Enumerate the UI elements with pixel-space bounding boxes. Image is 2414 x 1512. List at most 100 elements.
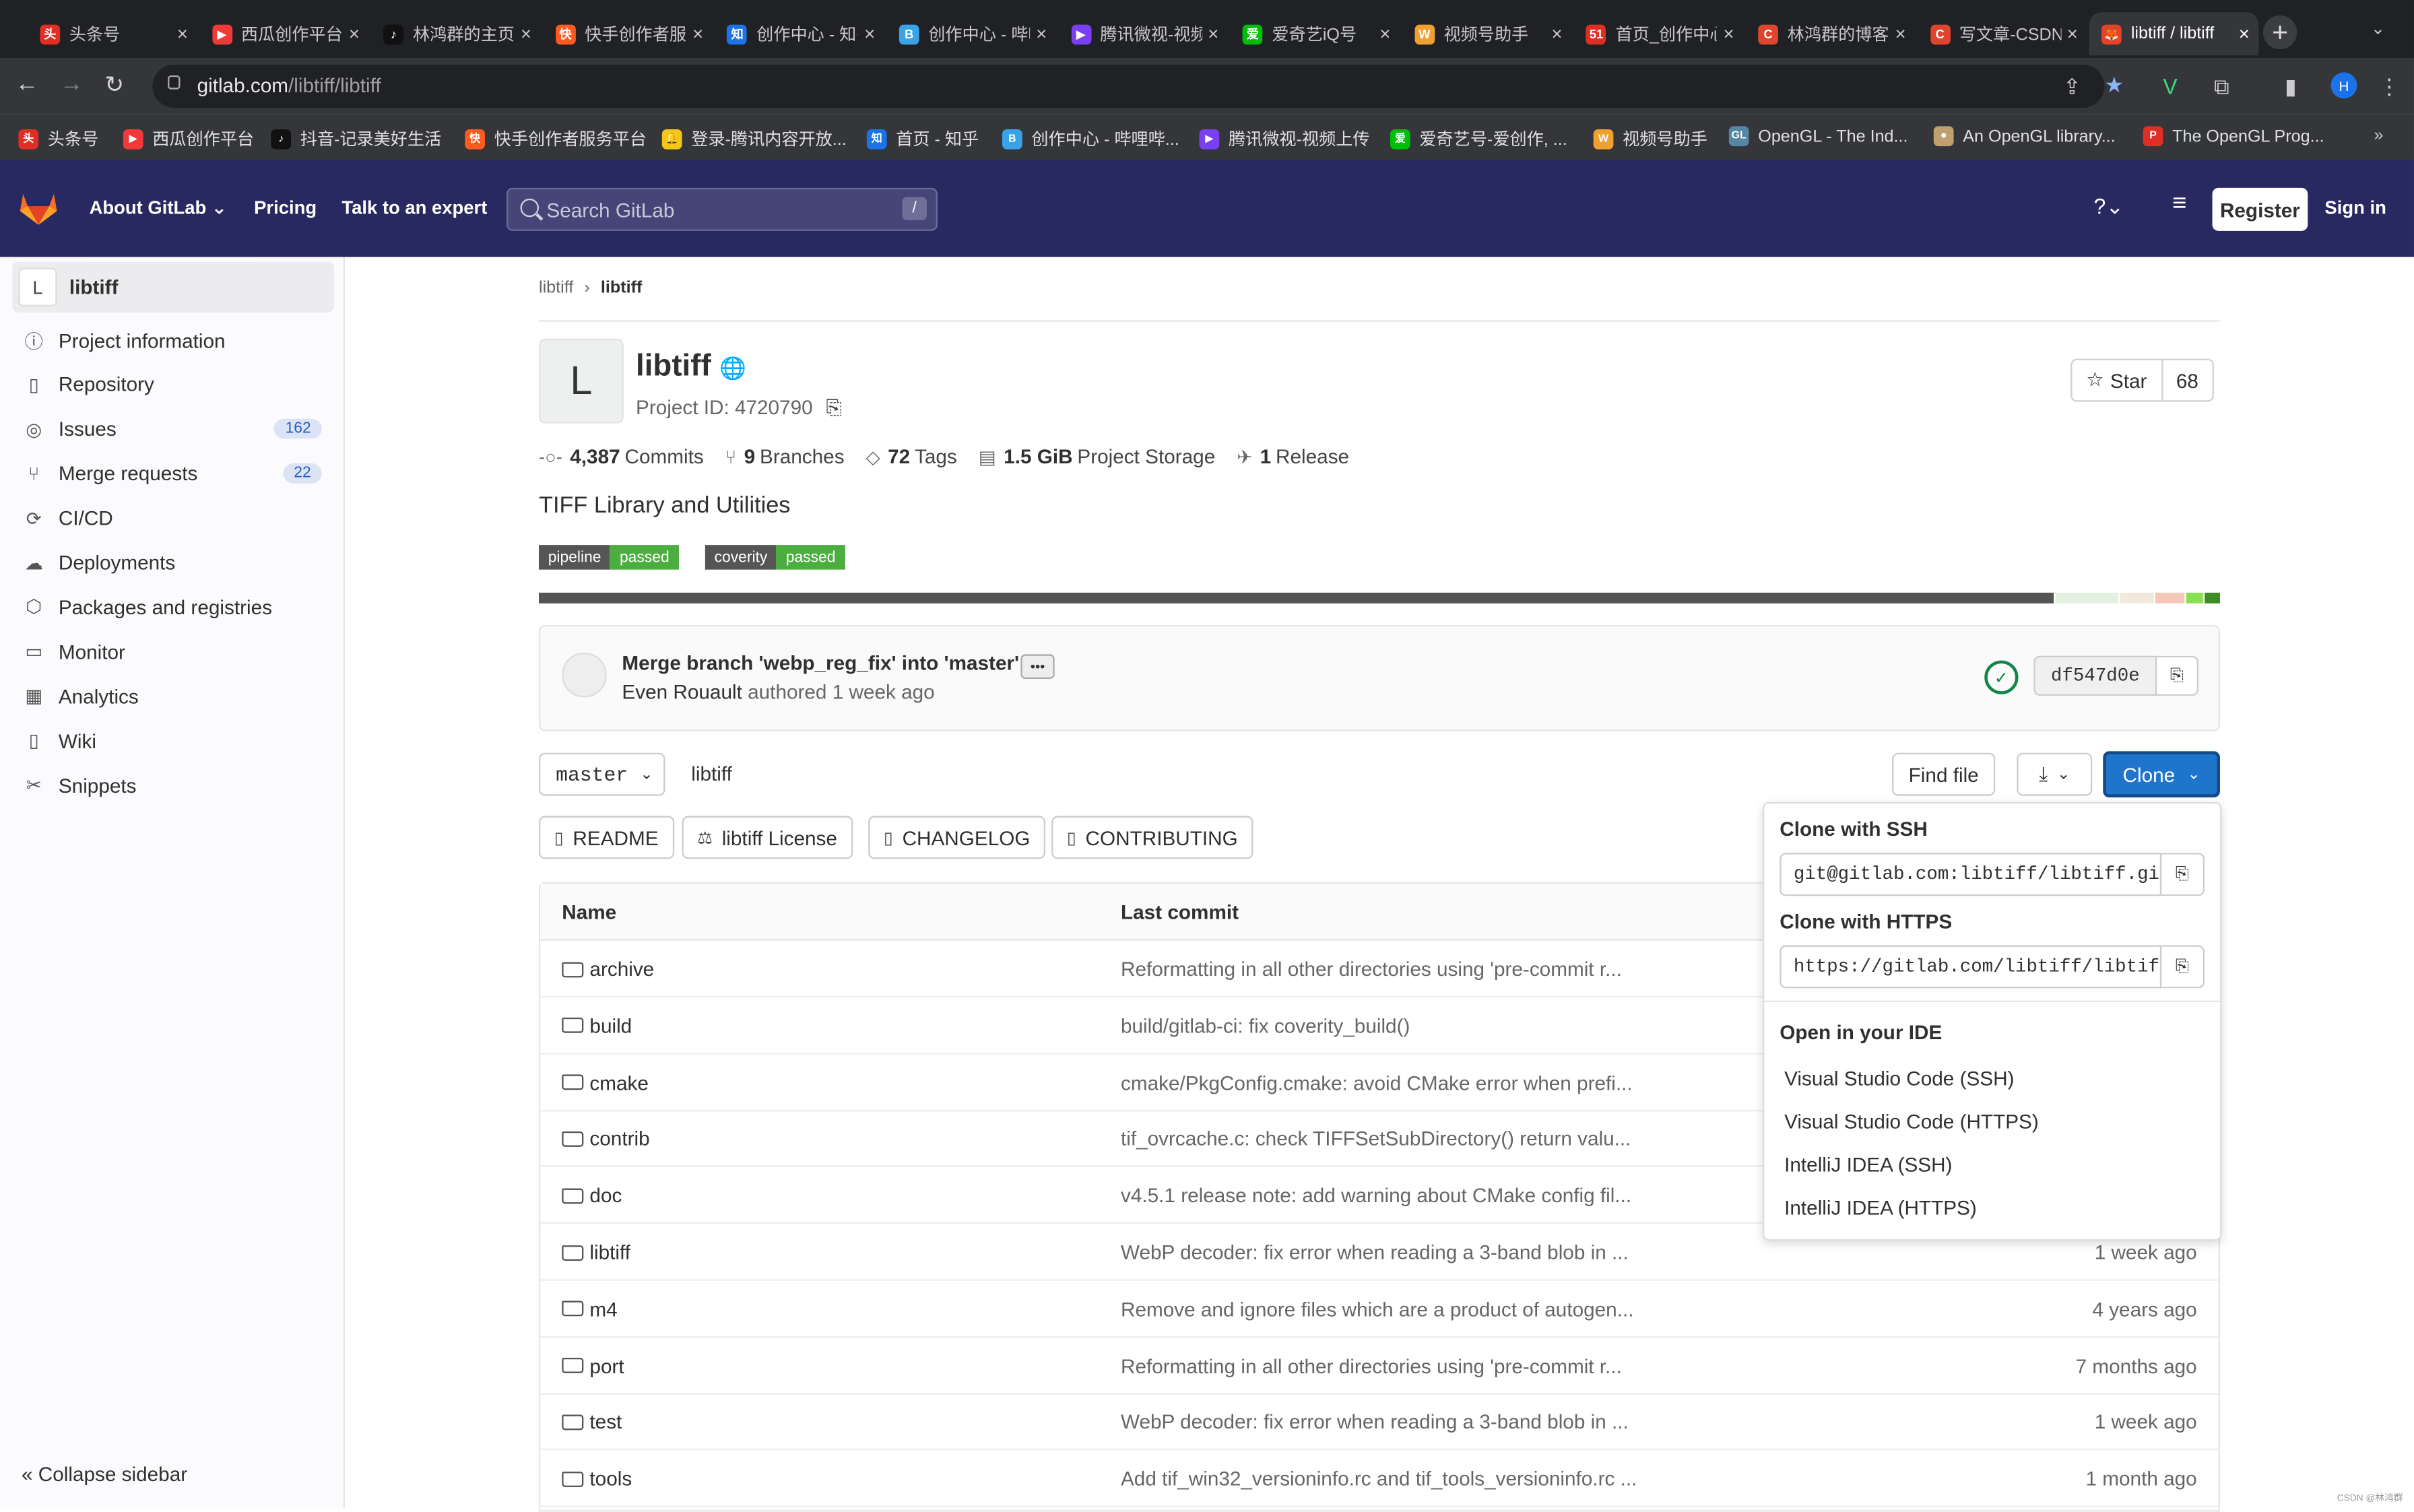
stat-commits[interactable]: -○- 4,387 Commits <box>539 445 704 468</box>
language-segment[interactable] <box>2205 592 2220 603</box>
browser-tab[interactable]: C 写文章-CSDN × <box>1918 12 2087 55</box>
language-bar[interactable] <box>538 592 2220 603</box>
search-input[interactable]: Search GitLab / <box>506 187 938 231</box>
sidebar-item-ci-cd[interactable]: ⟳ CI/CD <box>22 502 322 533</box>
share-icon[interactable]: ⇪ <box>2063 74 2081 100</box>
collapse-sidebar-button[interactable]: « Collapse sidebar <box>22 1462 187 1485</box>
commit-sha[interactable]: df547d0e <box>2033 655 2157 696</box>
bookmark-item[interactable]: 知首页 - 知乎 <box>866 126 979 151</box>
sidebar-item-issues[interactable]: ◎ Issues 162 <box>22 414 322 445</box>
file-name-link[interactable]: m4 <box>562 1297 618 1321</box>
file-name-link[interactable]: cmake <box>562 1071 649 1094</box>
file-last-commit[interactable]: Reformatting in all other directories us… <box>1121 1354 1622 1377</box>
doc-button-libtiff-license[interactable]: ⚖ libtiff License <box>682 816 853 859</box>
bookmark-item[interactable]: P The OpenGL Prog... <box>2143 126 2324 147</box>
author-avatar[interactable] <box>562 653 607 698</box>
commit-title[interactable]: Merge branch 'webp_reg_fix' into 'master… <box>622 651 1019 674</box>
browser-tab[interactable]: ▶ 西瓜创作平台 × <box>199 12 368 55</box>
browser-tab[interactable]: 快快手创作者服务 × <box>543 12 712 55</box>
https-url-input[interactable]: https://gitlab.com/libtiff/libtiff.git <box>1780 945 2162 989</box>
stat-tags[interactable]: ◇ 72 Tags <box>866 445 957 468</box>
browser-menu-icon[interactable]: ⋮ <box>2378 74 2400 100</box>
find-file-button[interactable]: Find file <box>1892 752 1996 796</box>
hamburger-menu-icon[interactable]: ≡ <box>2172 191 2186 218</box>
commit-expand-button[interactable]: ••• <box>1020 654 1055 679</box>
tab-close-icon[interactable]: × <box>692 23 703 44</box>
ide-option-intellij-https[interactable]: IntelliJ IDEA (HTTPS) <box>1784 1196 1977 1219</box>
sidebar-item-packages-and-registries[interactable]: ⬡ Packages and registries <box>22 592 322 623</box>
gitlab-logo-icon[interactable] <box>20 191 57 225</box>
star-count[interactable]: 68 <box>2162 360 2212 400</box>
stat-release[interactable]: ✈ 1 Release <box>1237 445 1349 468</box>
profile-avatar[interactable]: H <box>2330 72 2357 99</box>
file-name-link[interactable]: test <box>562 1411 622 1434</box>
tab-close-icon[interactable]: × <box>2067 23 2078 44</box>
clone-button[interactable]: Clone ⌄ <box>2103 751 2220 797</box>
tab-close-icon[interactable]: × <box>1895 23 1906 44</box>
bookmark-item[interactable]: ▶ 西瓜创作平台 <box>123 126 254 151</box>
table-row[interactable]: tools Add tif_win32_versioninfo.rc and ti… <box>540 1451 2219 1508</box>
doc-button-changelog[interactable]: ▯ CHANGELOG <box>868 816 1046 859</box>
doc-button-readme[interactable]: ▯ README <box>538 816 674 859</box>
table-row[interactable]: port Reformatting in all other directorie… <box>540 1337 2219 1394</box>
browser-tab[interactable]: C 林鸿群的博客 × <box>1746 12 1915 55</box>
file-last-commit[interactable]: Reformatting in all other directories us… <box>1121 958 1622 981</box>
sidebar-item-snippets[interactable]: ✂ Snippets <box>22 770 322 801</box>
tab-close-icon[interactable]: × <box>521 23 531 44</box>
sidebar-project-header[interactable]: L libtiff <box>12 261 334 313</box>
file-name-link[interactable]: build <box>562 1014 632 1037</box>
tab-close-icon[interactable]: × <box>1724 23 1734 44</box>
about-gitlab-menu[interactable]: About GitLab ⌄ <box>90 197 227 219</box>
copy-ssh-icon[interactable]: ⎘ <box>2161 853 2205 896</box>
side-panel-icon[interactable]: ▮ <box>2285 74 2297 100</box>
bookmark-item[interactable]: B 创作中心 - 哔哩哔... <box>1002 126 1179 151</box>
bookmark-item[interactable]: 🔔 登录-腾讯内容开放... <box>661 126 847 151</box>
language-segment[interactable] <box>2155 592 2186 603</box>
ide-option-intellij-ssh[interactable]: IntelliJ IDEA (SSH) <box>1784 1153 1952 1176</box>
file-name-link[interactable]: tools <box>562 1468 632 1490</box>
address-bar[interactable]: gitlab.com/libtiff/libtiff ⇪ ★ <box>152 64 2124 108</box>
tab-close-icon[interactable]: × <box>1036 23 1047 44</box>
sidebar-item-monitor[interactable]: ▭ Monitor <box>22 636 322 667</box>
reload-icon[interactable]: ↻ <box>104 71 124 98</box>
file-name-link[interactable]: archive <box>562 958 654 981</box>
tab-close-icon[interactable]: × <box>1551 23 1562 44</box>
ide-option-vscode-https[interactable]: Visual Studio Code (HTTPS) <box>1784 1110 2039 1133</box>
bookmark-item[interactable]: ♪ 抖音-记录美好生活 <box>271 126 441 151</box>
forward-arrow-icon[interactable]: → <box>60 71 83 97</box>
stat-project-storage[interactable]: ▤ 1.5 GiB Project Storage <box>979 445 1215 468</box>
breadcrumb-parent[interactable]: libtiff <box>539 279 573 297</box>
browser-tab[interactable]: W 视频号助手 × <box>1402 12 1571 55</box>
file-last-commit[interactable]: WebP decoder: fix error when reading a 3… <box>1121 1241 1629 1263</box>
bookmark-item[interactable]: ▶ 腾讯微视-视频上传 <box>1199 126 1370 151</box>
browser-tab[interactable]: 爱爱奇艺iQ号 × <box>1231 12 1400 55</box>
bookmark-item[interactable]: W 视频号助手 <box>1593 126 1707 151</box>
file-name-link[interactable]: libtiff <box>562 1241 630 1264</box>
pipeline-badge[interactable]: pipeline passed <box>538 545 679 570</box>
star-button[interactable]: ☆ Star <box>2073 360 2163 401</box>
tab-close-icon[interactable]: × <box>2239 23 2250 44</box>
pipeline-status-check-icon[interactable]: ✓ <box>1984 660 2019 694</box>
tab-search-chevron-icon[interactable]: ⌄ <box>2371 18 2385 38</box>
bookmark-item[interactable]: GL OpenGL - The Ind... <box>1728 126 1908 147</box>
language-segment[interactable] <box>2186 592 2204 603</box>
vue-devtools-icon[interactable]: V <box>2163 74 2177 99</box>
tab-close-icon[interactable]: × <box>1208 23 1218 44</box>
breadcrumb-current[interactable]: libtiff <box>601 279 642 297</box>
pricing-link[interactable]: Pricing <box>254 197 317 219</box>
talk-to-expert-link[interactable]: Talk to an expert <box>341 197 487 219</box>
stat-branches[interactable]: ⑂ 9 Branches <box>725 445 845 468</box>
table-row[interactable]: m4 Remove and ignore files which are a pr… <box>540 1280 2219 1338</box>
coverity-badge[interactable]: coverity passed <box>705 545 845 570</box>
register-button[interactable]: Register <box>2212 187 2308 231</box>
file-last-commit[interactable]: tif_ovrcache.c: check TIFFSetSubDirector… <box>1121 1127 1631 1150</box>
download-button[interactable]: ⤓ ⌄ <box>2017 752 2093 796</box>
branch-selector[interactable]: master ⌄ <box>538 752 665 796</box>
browser-tab[interactable]: 🦊 libtiff / libtiff × <box>2089 12 2259 56</box>
ssh-url-input[interactable]: git@gitlab.com:libtiff/libtiff.git <box>1780 853 2162 896</box>
bookmark-item[interactable]: 爱爱奇艺号-爱创作, ... <box>1390 126 1567 151</box>
copy-https-icon[interactable]: ⎘ <box>2161 945 2205 989</box>
copy-sha-icon[interactable]: ⎘ <box>2157 655 2198 696</box>
file-last-commit[interactable]: cmake/PkgConfig.cmake: avoid CMake error… <box>1121 1071 1633 1094</box>
browser-tab[interactable]: 头头条号 × <box>28 12 197 55</box>
